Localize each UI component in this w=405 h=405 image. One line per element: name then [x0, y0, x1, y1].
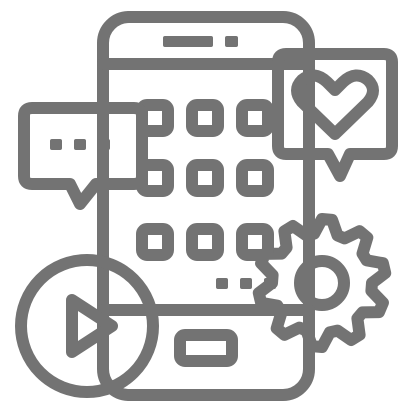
chat-dot	[74, 139, 86, 150]
camera-dot	[225, 36, 238, 47]
app-tile	[236, 223, 274, 261]
home-button	[174, 329, 238, 367]
chat-dot	[50, 139, 62, 150]
chat-dot	[98, 139, 110, 150]
page-dot	[240, 278, 252, 289]
speaker-slot	[163, 36, 213, 47]
page-dot	[216, 278, 228, 289]
play-circle	[15, 254, 159, 398]
page-dot	[264, 278, 276, 289]
app-tile	[186, 223, 224, 261]
heart-bubble-icon	[272, 48, 398, 182]
app-tile	[236, 159, 274, 197]
app-tile	[186, 99, 224, 137]
chat-bubble-outline	[18, 102, 148, 210]
app-tile	[186, 159, 224, 197]
app-tile	[236, 99, 274, 137]
play-button-icon	[15, 254, 159, 398]
heart-bubble-outline	[272, 48, 398, 182]
mobile-app-social-icon	[15, 11, 398, 401]
app-tile	[136, 223, 174, 261]
icon-scene	[0, 0, 405, 405]
gear-outline	[252, 213, 392, 353]
chat-bubble-icon	[18, 102, 148, 210]
gear-icon	[252, 213, 392, 353]
